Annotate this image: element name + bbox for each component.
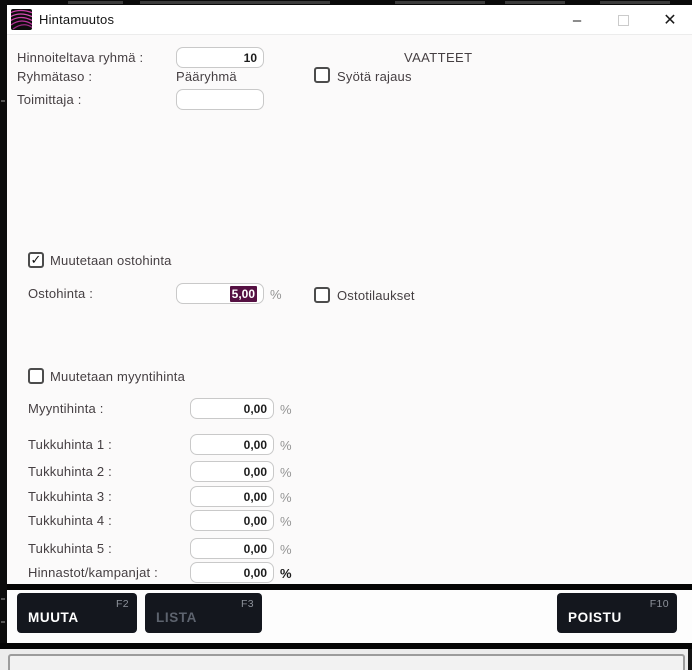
lista-button[interactable]: LISTA F3 <box>145 593 262 633</box>
lista-button-fkey: F3 <box>241 598 254 610</box>
percent-sign: % <box>280 402 292 417</box>
hintamuutos-dialog: Hintamuutos – ✕ Hinnoiteltava ryhmä : 10… <box>7 5 692 649</box>
background-window-right-edge <box>688 649 692 670</box>
close-icon: ✕ <box>663 10 676 30</box>
supplier-input[interactable] <box>176 89 264 110</box>
window-title: Hintamuutos <box>39 12 114 27</box>
sales-row-value: 0,00 <box>244 438 267 452</box>
sales-row-value: 0,00 <box>244 566 267 580</box>
percent-sign: % <box>280 566 292 581</box>
group-level-label: Ryhmätaso : <box>17 69 92 84</box>
muuta-button[interactable]: MUUTA F2 <box>17 593 137 633</box>
background-text-fragment <box>140 1 330 4</box>
change-sales-price-label: Muutetaan myyntihinta <box>50 369 185 384</box>
screen: Hintamuutos – ✕ Hinnoiteltava ryhmä : 10… <box>0 0 692 670</box>
wholesale-price-1-input[interactable]: 0,00 <box>190 434 274 455</box>
wholesale-price-2-input[interactable]: 0,00 <box>190 461 274 482</box>
wholesale-price-3-input[interactable]: 0,00 <box>190 486 274 507</box>
change-purchase-price-checkbox[interactable]: ✓ <box>28 252 44 268</box>
sales-row-label: Tukkuhinta 2 : <box>28 464 112 479</box>
sales-row-label: Myyntihinta : <box>28 401 104 416</box>
percent-sign: % <box>280 465 292 480</box>
sales-row-label: Tukkuhinta 3 : <box>28 489 112 504</box>
titlebar: Hintamuutos – ✕ <box>7 5 692 35</box>
background-mark <box>1 621 5 623</box>
wholesale-price-5-input[interactable]: 0,00 <box>190 538 274 559</box>
check-icon: ✓ <box>31 253 42 266</box>
sales-row-value: 0,00 <box>244 542 267 556</box>
sales-row-value: 0,00 <box>244 490 267 504</box>
background-window-bottom <box>0 649 692 670</box>
purchase-price-label: Ostohinta : <box>28 286 93 301</box>
maximize-icon <box>618 15 629 26</box>
enter-filter-label: Syötä rajaus <box>337 69 412 84</box>
percent-sign: % <box>280 490 292 505</box>
wholesale-price-4-input[interactable]: 0,00 <box>190 510 274 531</box>
percent-sign: % <box>280 542 292 557</box>
maximize-button[interactable] <box>606 5 640 35</box>
background-text-fragment <box>505 1 565 4</box>
pricing-group-value: 10 <box>244 51 257 65</box>
purchase-price-input[interactable]: 5,00 <box>176 283 264 304</box>
sales-price-input[interactable]: 0,00 <box>190 398 274 419</box>
sales-row-label: Hinnastot/kampanjat : <box>28 565 158 580</box>
lista-button-label: LISTA <box>156 610 197 625</box>
minimize-icon: – <box>573 12 581 29</box>
pricelists-campaigns-input[interactable]: 0,00 <box>190 562 274 583</box>
sales-row-value: 0,00 <box>244 514 267 528</box>
background-mark <box>1 598 5 600</box>
background-text-fragment <box>68 1 123 4</box>
close-button[interactable]: ✕ <box>650 5 690 35</box>
minimize-button[interactable]: – <box>560 5 594 35</box>
poistu-button-label: POISTU <box>568 610 622 625</box>
purchase-price-value: 5,00 <box>230 286 257 302</box>
supplier-label: Toimittaja : <box>17 92 82 107</box>
purchase-orders-checkbox[interactable] <box>314 287 330 303</box>
background-text-fragment <box>395 1 485 4</box>
percent-sign: % <box>280 514 292 529</box>
muuta-button-label: MUUTA <box>28 610 79 625</box>
status-field[interactable] <box>8 654 685 670</box>
background-mark <box>1 100 5 102</box>
sales-row-value: 0,00 <box>244 402 267 416</box>
change-sales-price-checkbox[interactable] <box>28 368 44 384</box>
app-logo-icon <box>11 9 32 30</box>
category-name: VAATTEET <box>404 50 472 65</box>
percent-sign: % <box>280 438 292 453</box>
pricing-group-label: Hinnoiteltava ryhmä : <box>17 50 143 65</box>
sales-row-label: Tukkuhinta 1 : <box>28 437 112 452</box>
sales-row-value: 0,00 <box>244 465 267 479</box>
change-purchase-price-label: Muutetaan ostohinta <box>50 253 172 268</box>
muuta-button-fkey: F2 <box>116 598 129 610</box>
pricing-group-input[interactable]: 10 <box>176 47 264 68</box>
sales-row-label: Tukkuhinta 4 : <box>28 513 112 528</box>
enter-filter-checkbox[interactable] <box>314 67 330 83</box>
purchase-percent-sign: % <box>270 287 282 302</box>
background-window-left-edge <box>0 0 7 670</box>
poistu-button[interactable]: POISTU F10 <box>557 593 677 633</box>
group-level-value: Pääryhmä <box>176 69 237 84</box>
sales-row-label: Tukkuhinta 5 : <box>28 541 112 556</box>
background-text-fragment <box>600 1 670 4</box>
purchase-orders-label: Ostotilaukset <box>337 288 415 303</box>
poistu-button-fkey: F10 <box>650 598 669 610</box>
